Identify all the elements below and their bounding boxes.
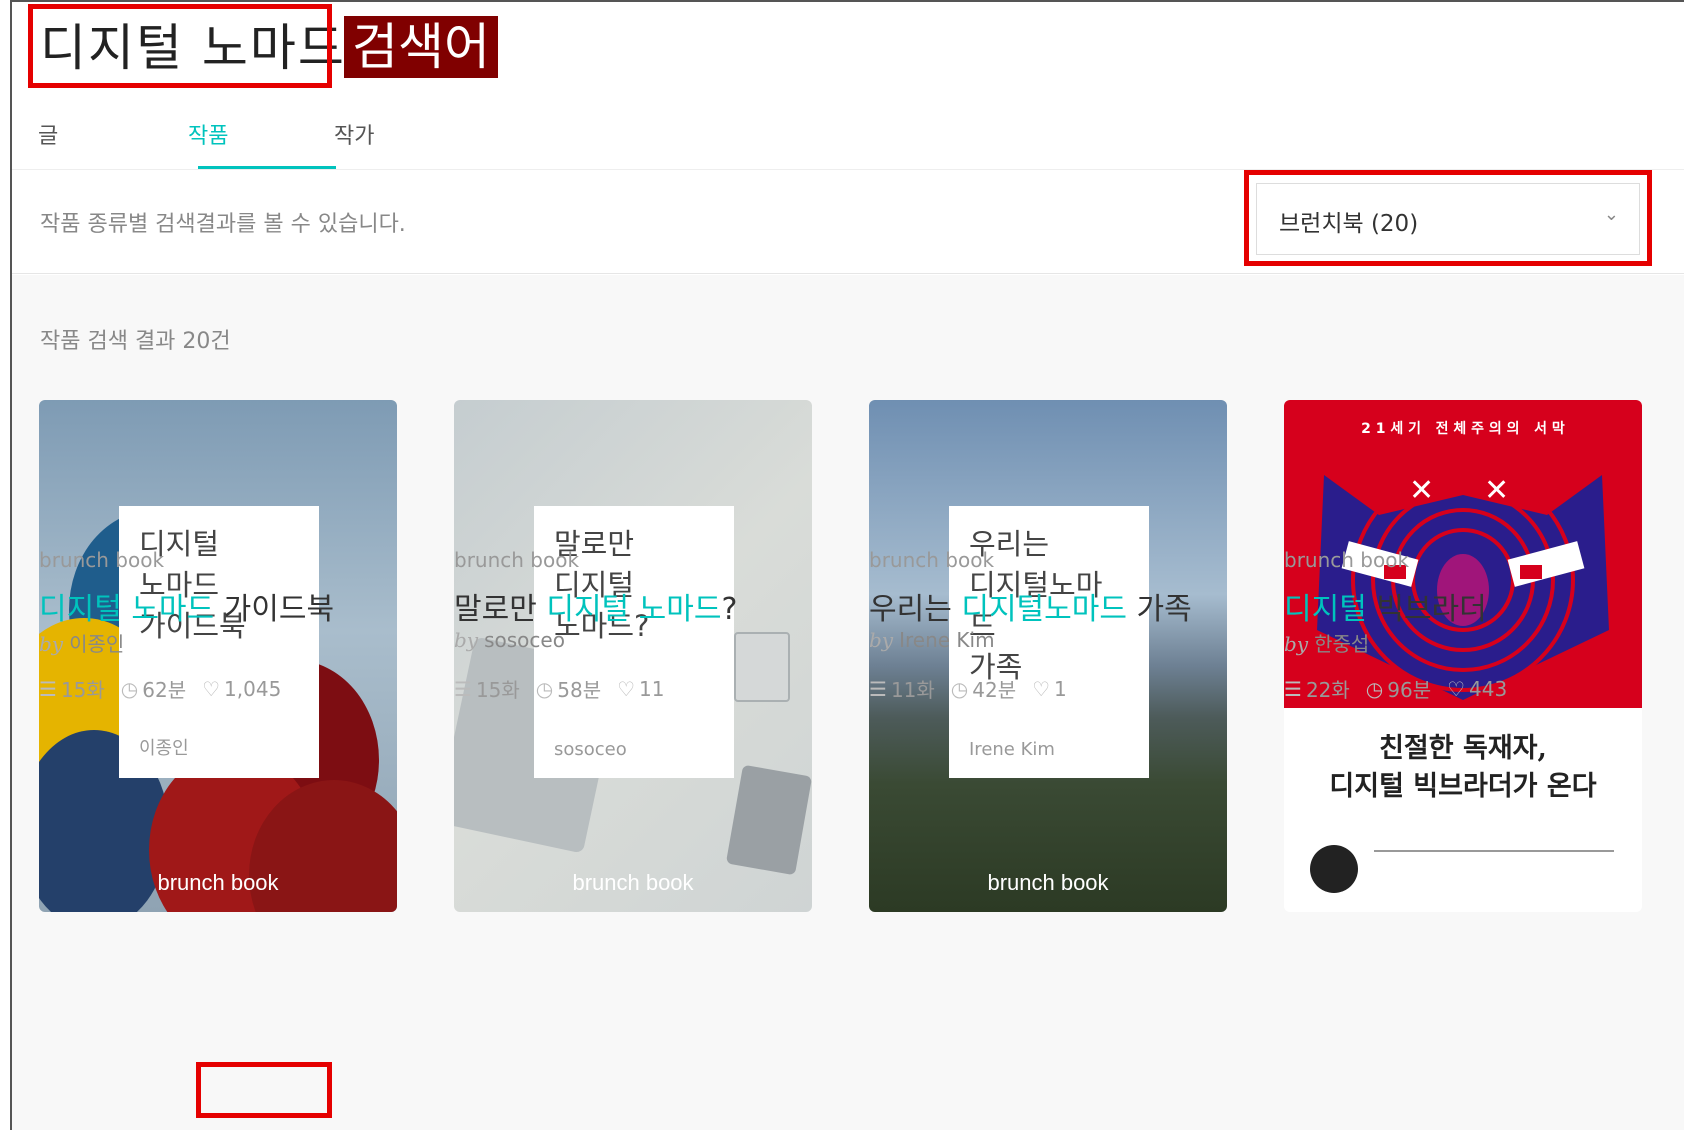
filter-description: 작품 종류별 검색결과를 볼 수 있습니다. [40,212,406,237]
book-stats: ☰ 15화 ◷ 58분 ♡ 11 [454,674,665,703]
author-name[interactable]: 한중섭 [1314,632,1369,656]
annotation-tag: 검색어 [344,16,498,78]
book-byline: by 한중섭 [1284,628,1369,657]
minutes-value: 96분 [1387,678,1432,702]
by-label: by [1284,632,1309,656]
tablet-shape [725,764,812,876]
minutes-value: 58분 [557,678,602,702]
title-highlight: 디지털 노마드 [39,592,215,627]
svg-text:✕: ✕ [1409,473,1434,508]
episode-count: ☰ 15화 [39,674,105,703]
book-category: brunch book [869,548,995,572]
cover-brand-label: brunch book [572,870,694,895]
cover-big-title: 친절한 독재자, 디지털 빅브라더가 온다 [1329,733,1597,802]
calculator-shape [734,632,790,702]
likes-value: 1 [1054,676,1067,701]
title-highlight: 디지털 [1284,592,1367,627]
tab-authors[interactable]: 작가 [334,118,374,150]
book-category: brunch book [454,548,580,572]
cover-author: 이종인 [139,738,189,759]
by-label: by [39,632,64,656]
like-count: ♡ 1,045 [202,674,281,703]
list-icon: ☰ [869,676,887,701]
book-stats: ☰ 11화 ◷ 42분 ♡ 1 [869,674,1067,703]
title-text: 우리는 [869,592,962,627]
heart-icon: ♡ [617,676,636,701]
clock-icon: ◷ [1365,676,1384,701]
reading-time: ◷ 96분 [1366,674,1431,703]
svg-text:✕: ✕ [1484,473,1509,508]
book-category: brunch book [39,548,165,572]
likes-highlight-box [196,1062,332,1118]
title-text: 말로만 [454,592,547,627]
title-highlight: 디지털 노마드 [546,592,722,627]
title-text: 빅브라더 [1366,592,1487,627]
minutes-value: 42분 [972,678,1017,702]
clock-icon: ◷ [120,676,139,701]
minutes-value: 62분 [142,678,187,702]
active-tab-indicator [198,166,336,169]
episode-value: 15화 [60,678,105,702]
reading-time: ◷ 42분 [951,674,1016,703]
reading-time: ◷ 62분 [121,674,186,703]
book-card[interactable]: 말로만 디지털 노마드? sosoceo brunch book [454,400,812,912]
cover-author: sosoceo [554,739,627,760]
cover-badge [1310,845,1358,893]
clock-icon: ◷ [535,676,554,701]
title-text: 가이드북 [214,592,335,627]
episode-value: 15화 [475,678,520,702]
book-byline: by 이종인 [39,628,124,657]
title-text: 가족 [1126,592,1192,627]
cover-title-panel: 디지털 노마드 가이드북 이종인 [119,506,319,778]
cover-author: Irene Kim [969,739,1055,760]
episode-value: 22화 [1305,678,1350,702]
select-highlight-box [1244,170,1652,266]
book-cover[interactable]: 우리는 디지털노마드 가족 Irene Kim brunch book [869,400,1227,912]
book-title[interactable]: 우리는 디지털노마드 가족 [869,584,1192,628]
result-tabs: 글 작품 작가 [12,100,1684,170]
episode-count: ☰ 22화 [1284,674,1350,703]
list-icon: ☰ [454,676,472,701]
clock-icon: ◷ [950,676,969,701]
heart-icon: ♡ [1032,676,1051,701]
book-title[interactable]: 디지털 빅브라더 [1284,584,1487,628]
by-label: by [454,628,479,652]
tab-posts[interactable]: 글 [38,118,58,150]
reading-time: ◷ 58분 [536,674,601,703]
book-stats: ☰ 22화 ◷ 96분 ♡ 443 [1284,674,1507,703]
tab-works[interactable]: 작품 [188,118,228,150]
book-cover[interactable]: 말로만 디지털 노마드? sosoceo brunch book [454,400,812,912]
book-category: brunch book [1284,548,1410,572]
book-title[interactable]: 말로만 디지털 노마드? [454,584,737,628]
episode-count: ☰ 15화 [454,674,520,703]
author-name[interactable]: 이종인 [69,632,124,656]
book-byline: by sosoceo [454,628,565,652]
episode-count: ☰ 11화 [869,674,935,703]
likes-value: 1,045 [224,676,282,701]
heart-icon: ♡ [202,676,221,701]
like-count: ♡ 1 [1032,674,1067,703]
search-query-highlight-box [28,4,332,88]
list-icon: ☰ [1284,676,1302,701]
author-name[interactable]: sosoceo [484,628,565,652]
cover-divider [1374,850,1614,854]
title-highlight: 디지털노마드 [961,592,1127,627]
like-count: ♡ 443 [1447,674,1507,703]
title-text: ? [721,592,738,627]
by-label: by [869,628,894,652]
like-count: ♡ 11 [617,674,664,703]
likes-value: 443 [1469,676,1508,701]
cover-brand-label: brunch book [157,870,279,895]
book-byline: by Irene Kim [869,628,995,652]
book-title[interactable]: 디지털 노마드 가이드북 [39,584,334,628]
heart-icon: ♡ [1447,676,1466,701]
result-count: 작품 검색 결과 20건 [40,329,231,354]
list-icon: ☰ [39,676,57,701]
book-card[interactable]: 우리는 디지털노마드 가족 Irene Kim brunch book [869,400,1227,912]
cover-brand-label: brunch book [987,870,1109,895]
author-name[interactable]: Irene Kim [899,628,994,652]
episode-value: 11화 [890,678,935,702]
book-stats: ☰ 15화 ◷ 62분 ♡ 1,045 [39,674,281,703]
likes-value: 11 [639,676,665,701]
